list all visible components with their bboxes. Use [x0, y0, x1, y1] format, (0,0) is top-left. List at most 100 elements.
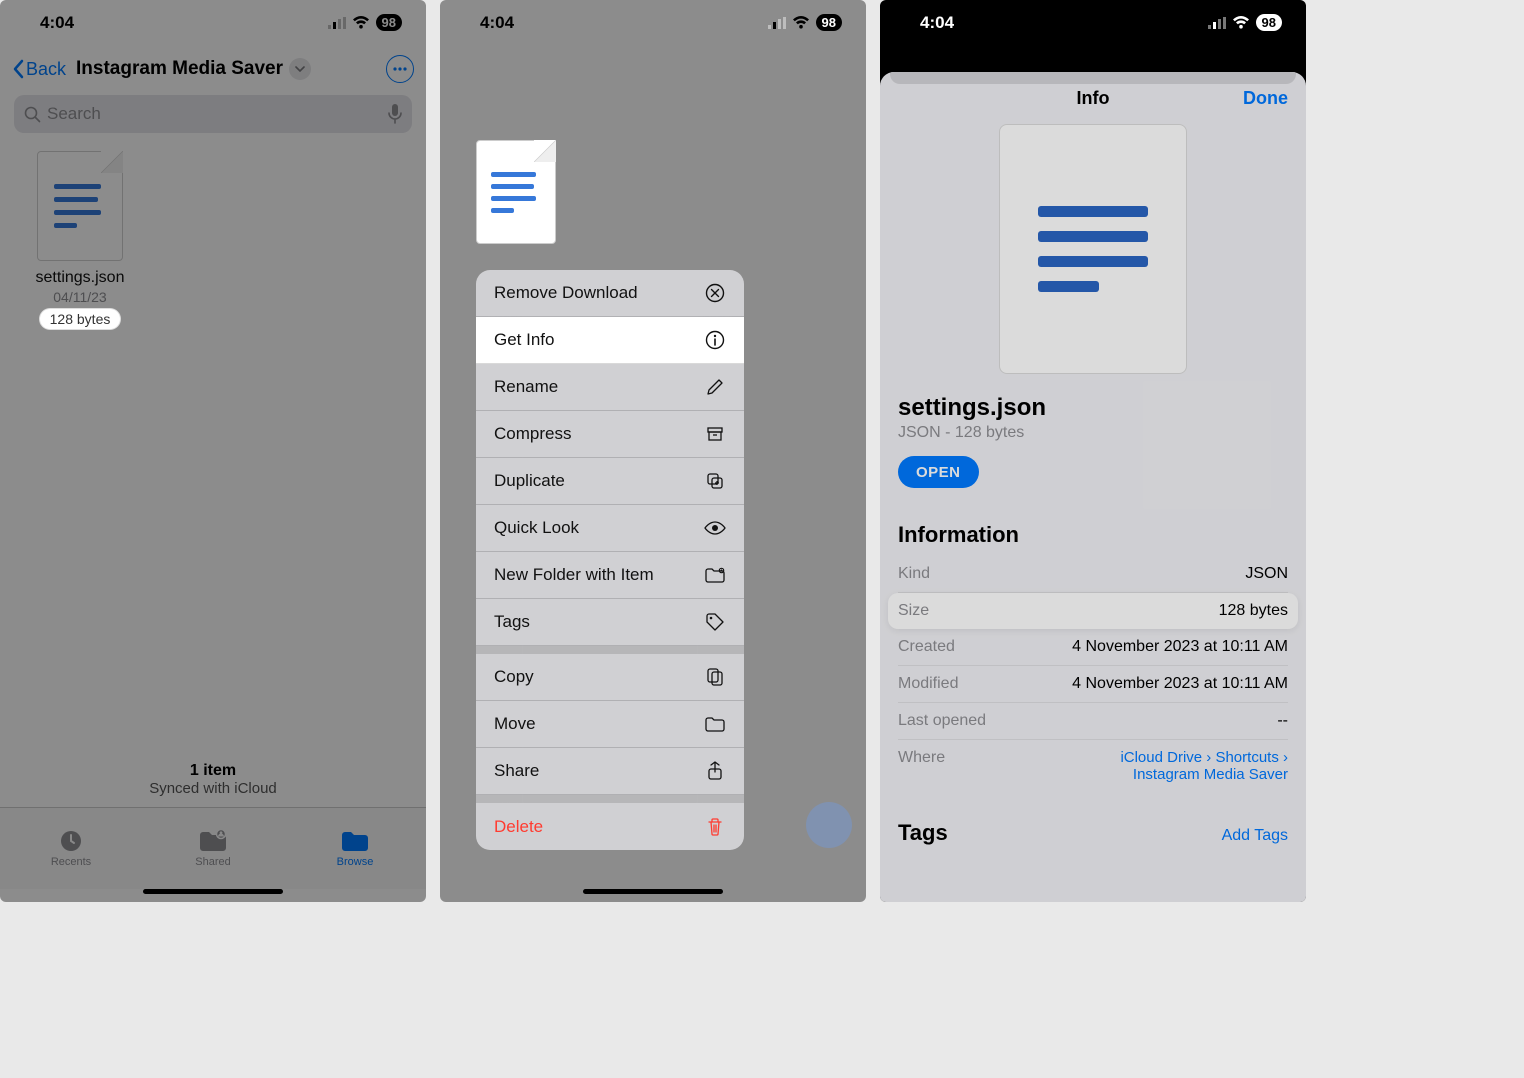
mic-icon[interactable]	[388, 104, 402, 124]
info-row-size: Size 128 bytes	[888, 593, 1298, 629]
info-row-where: Where iCloud Drive › Shortcuts › Instagr…	[898, 740, 1288, 792]
screen-files-browse: 4:04 98 Back Instagram Media Saver Searc…	[0, 0, 426, 902]
menu-duplicate[interactable]: Duplicate	[476, 458, 744, 505]
title-dropdown-button[interactable]	[289, 58, 311, 80]
sync-info: 1 item Synced with iCloud	[0, 762, 426, 807]
open-button[interactable]: OPEN	[898, 456, 979, 488]
status-time: 4:04	[480, 13, 514, 33]
menu-label: Move	[494, 714, 536, 734]
menu-rename[interactable]: Rename	[476, 364, 744, 411]
file-date: 04/11/23	[20, 289, 140, 305]
file-preview-thumbnail[interactable]	[476, 140, 556, 244]
menu-remove-download[interactable]: Remove Download	[476, 270, 744, 317]
sheet-title: Info	[1077, 88, 1110, 109]
tags-heading: Tags	[898, 820, 948, 846]
done-button[interactable]: Done	[1243, 88, 1288, 109]
wifi-icon	[352, 16, 370, 29]
share-icon	[704, 760, 726, 782]
menu-quick-look[interactable]: Quick Look	[476, 505, 744, 552]
file-preview[interactable]	[999, 124, 1187, 374]
shared-folder-icon	[199, 829, 227, 853]
row-key: Size	[898, 602, 929, 620]
menu-label: Compress	[494, 424, 571, 444]
menu-tags[interactable]: Tags	[476, 599, 744, 646]
where-path[interactable]: iCloud Drive › Shortcuts › Instagram Med…	[1120, 749, 1288, 783]
row-value: --	[1277, 712, 1288, 730]
pencil-icon	[704, 376, 726, 398]
menu-label: Remove Download	[494, 283, 638, 303]
row-value: 128 bytes	[1219, 602, 1288, 620]
clock-icon	[57, 829, 85, 853]
folder-icon	[341, 829, 369, 853]
remove-download-icon	[704, 282, 726, 304]
row-key: Created	[898, 638, 955, 656]
menu-label: Rename	[494, 377, 558, 397]
menu-compress[interactable]: Compress	[476, 411, 744, 458]
menu-delete[interactable]: Delete	[476, 803, 744, 850]
tab-bar: Recents Shared Browse	[0, 807, 426, 889]
menu-label: Tags	[494, 612, 530, 632]
bottom-section: 1 item Synced with iCloud Recents Shared…	[0, 762, 426, 902]
home-indicator[interactable]	[143, 889, 283, 894]
eye-icon	[704, 517, 726, 539]
status-icons: 98	[328, 14, 402, 31]
tag-icon	[704, 611, 726, 633]
where-line2: Instagram Media Saver	[1133, 766, 1288, 783]
row-value: 4 November 2023 at 10:11 AM	[1072, 638, 1288, 656]
search-icon	[24, 106, 41, 123]
row-key: Last opened	[898, 712, 986, 730]
info-icon	[704, 329, 726, 351]
back-button[interactable]: Back	[12, 59, 66, 80]
menu-share[interactable]: Share	[476, 748, 744, 795]
row-value: JSON	[1245, 565, 1288, 583]
menu-copy[interactable]: Copy	[476, 654, 744, 701]
status-icons: 98	[768, 14, 842, 31]
status-time: 4:04	[920, 13, 954, 33]
search-input[interactable]: Search	[14, 95, 412, 133]
status-bar: 4:04 98	[0, 0, 426, 45]
status-icons: 98	[1208, 14, 1282, 31]
tab-recents[interactable]: Recents	[0, 808, 142, 889]
menu-label: Share	[494, 761, 539, 781]
info-file-name: settings.json	[898, 394, 1288, 422]
status-bar: 4:04 98	[440, 0, 866, 45]
file-item-settings-json[interactable]: settings.json 04/11/23 128 bytes	[20, 151, 140, 329]
battery-icon: 98	[1256, 14, 1282, 31]
menu-label: Get Info	[494, 330, 554, 350]
screen-info-sheet: 4:04 98 Info Done settings.json JSON - 1…	[880, 0, 1306, 902]
cellular-icon	[1208, 17, 1226, 29]
document-icon	[37, 151, 123, 261]
cellular-icon	[768, 17, 786, 29]
context-menu: Remove Download Get Info Rename Compress…	[476, 270, 744, 850]
add-tags-button[interactable]: Add Tags	[1222, 827, 1288, 845]
search-placeholder: Search	[47, 104, 388, 124]
copy-icon	[704, 666, 726, 688]
battery-icon: 98	[376, 14, 402, 31]
menu-label: Copy	[494, 667, 534, 687]
tab-label: Shared	[195, 856, 230, 868]
row-key: Where	[898, 749, 945, 767]
file-grid: settings.json 04/11/23 128 bytes	[0, 133, 426, 347]
folder-icon	[704, 713, 726, 735]
menu-new-folder[interactable]: New Folder with Item	[476, 552, 744, 599]
wifi-icon	[792, 16, 810, 29]
menu-move[interactable]: Move	[476, 701, 744, 748]
tab-shared[interactable]: Shared	[142, 808, 284, 889]
file-name: settings.json	[20, 269, 140, 287]
info-row-last-opened: Last opened --	[898, 703, 1288, 740]
sheet-header: Info Done	[898, 72, 1288, 124]
home-indicator[interactable]	[583, 889, 723, 894]
trash-icon	[704, 816, 726, 838]
duplicate-icon	[704, 470, 726, 492]
menu-label: Delete	[494, 817, 543, 837]
tab-browse[interactable]: Browse	[284, 808, 426, 889]
where-line1: iCloud Drive › Shortcuts ›	[1120, 749, 1288, 766]
assistive-touch-button[interactable]	[806, 802, 852, 848]
tab-label: Browse	[337, 856, 374, 868]
more-options-button[interactable]	[386, 55, 414, 83]
wifi-icon	[1232, 16, 1250, 29]
back-label: Back	[26, 59, 66, 80]
page-title: Instagram Media Saver	[76, 58, 283, 80]
row-key: Kind	[898, 565, 930, 583]
menu-get-info[interactable]: Get Info	[476, 317, 744, 364]
